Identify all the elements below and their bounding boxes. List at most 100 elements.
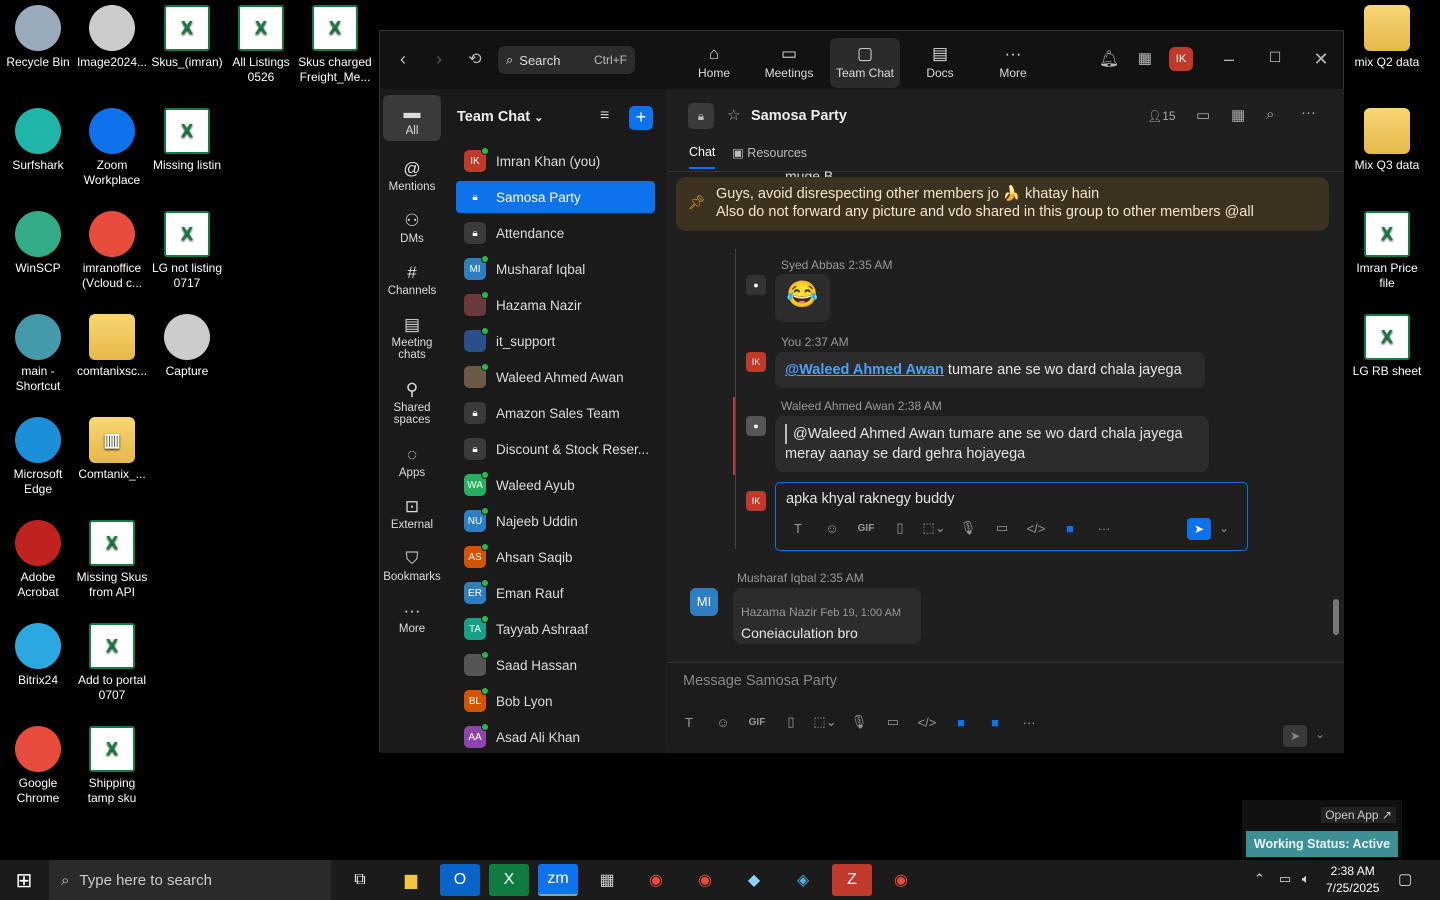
close-icon[interactable]: ✕	[1310, 49, 1332, 70]
open-app-link[interactable]: Open App ↗	[1321, 807, 1396, 823]
chat-list-item[interactable]: ER Eman Rauf	[456, 577, 655, 609]
nav-home[interactable]: ⌂ Home	[679, 38, 749, 88]
task-view-icon[interactable]: ⧉	[340, 864, 380, 896]
desktop-icon[interactable]: ▥ Comtanix_...	[74, 417, 150, 482]
forward-arrow-icon[interactable]: ›	[428, 49, 450, 70]
desktop-icon[interactable]: X LG not listing 0717	[149, 211, 225, 291]
code-icon[interactable]: </>	[910, 715, 944, 730]
mention-link[interactable]: @Waleed Ahmed Awan	[785, 362, 944, 378]
desktop-icon[interactable]: imranoffice (Vcloud c...	[74, 211, 150, 291]
calculator-icon[interactable]: ▦	[587, 864, 627, 896]
desktop-icon[interactable]: Bitrix24	[0, 623, 76, 688]
working-status[interactable]: Working Status: Active	[1246, 831, 1398, 857]
nav-docs[interactable]: ▤ Docs	[905, 38, 975, 88]
desktop-icon[interactable]: Surfshark	[0, 108, 76, 173]
desktop-icon[interactable]: Capture	[149, 314, 225, 379]
desktop-icon[interactable]: Mix Q3 data	[1349, 108, 1425, 173]
screenshot-icon[interactable]: ⬚⌄	[808, 714, 842, 730]
chrome-icon[interactable]: ◉	[685, 864, 725, 896]
reply-input[interactable]: apka khyal raknegy buddy T ☺ GIF ▯ ⬚⌄ 🎙︎ ▭ </> ■…	[775, 482, 1248, 551]
chat-list-item[interactable]: AS Ahsan Saqib	[456, 541, 655, 573]
desktop-icon[interactable]: X Skus charged Freight_Me...	[297, 5, 373, 85]
desktop-icon[interactable]: X Imran Price file	[1349, 211, 1425, 291]
maximize-icon[interactable]: ☐	[1264, 49, 1286, 66]
desktop-icon[interactable]: X All Listings 0526	[223, 5, 299, 85]
message-bubble[interactable]: Hazama Nazir Feb 19, 1:00 AM Coneiaculat…	[733, 588, 921, 644]
desktop-icon[interactable]: Microsoft Edge	[0, 417, 76, 497]
rail-item-shared-spaces[interactable]: ⚲ Shared spaces	[383, 372, 441, 430]
send-button[interactable]: ➤	[1283, 725, 1307, 747]
emoji-icon[interactable]: ☺	[815, 521, 849, 536]
desktop-icon[interactable]: WinSCP	[0, 211, 76, 276]
chevron-down-icon[interactable]: ⌄	[1315, 727, 1325, 741]
network-icon[interactable]: ▭	[1279, 871, 1291, 887]
rail-item-dms[interactable]: ⚇ DMs	[383, 203, 441, 249]
chat-list-item[interactable]: Waleed Ahmed Awan	[456, 361, 655, 393]
message-input[interactable]: Message Samosa Party	[683, 673, 837, 689]
desktop-icon[interactable]: X Missing listin	[149, 108, 225, 173]
file-icon[interactable]: ▯	[774, 714, 808, 730]
text-format-icon[interactable]: T	[781, 521, 815, 536]
taskbar-search[interactable]: ⌕ Type here to search	[49, 860, 331, 900]
rail-item-mentions[interactable]: @ Mentions	[383, 151, 441, 197]
rail-item-all[interactable]: ▬ All	[383, 95, 441, 141]
gif-icon[interactable]: GIF	[849, 523, 883, 534]
new-chat-button[interactable]: +	[629, 106, 653, 130]
app-icon[interactable]: ■	[944, 715, 978, 730]
scrollbar-thumb[interactable]	[1333, 599, 1339, 635]
screenshot-icon[interactable]: ⬚⌄	[917, 520, 951, 536]
scrollbar-track[interactable]	[1333, 199, 1339, 635]
chat-list-item[interactable]: BL Bob Lyon	[456, 685, 655, 717]
chat-list-item[interactable]: AA Asad Ali Khan	[456, 721, 655, 753]
rail-item-apps[interactable]: ◌ Apps	[383, 437, 441, 483]
desktop-icon[interactable]: Adobe Acrobat	[0, 520, 76, 600]
more-dots-icon[interactable]: ···	[1301, 104, 1316, 121]
tab-resources[interactable]: ▣ Resources	[732, 145, 807, 160]
desktop-icon[interactable]: X Shipping tamp sku	[74, 726, 150, 806]
file-icon[interactable]: ▯	[883, 520, 917, 536]
tab-chat[interactable]: Chat	[689, 145, 715, 159]
nav-more[interactable]: ··· More	[978, 38, 1048, 88]
more-dots-icon[interactable]: ···	[1087, 521, 1121, 536]
emoji-icon[interactable]: ☺	[706, 715, 740, 730]
zoom-taskbar-icon[interactable]: zm	[538, 864, 578, 896]
shortcut-icon[interactable]: ◈	[783, 864, 823, 896]
chat-list-item[interactable]: 🔒︎ Discount & Stock Reser...	[456, 433, 655, 465]
chat-list-item[interactable]: MI Musharaf Iqbal	[456, 253, 655, 285]
desktop-icon[interactable]: X Add to portal 0707	[74, 623, 150, 703]
desktop-icon[interactable]: Image2024...	[74, 5, 150, 70]
microphone-icon[interactable]: 🎙︎	[842, 714, 876, 730]
chat-list-item[interactable]: Hazama Nazir	[456, 289, 655, 321]
app-icon[interactable]: ■	[978, 715, 1012, 730]
gif-icon[interactable]: GIF	[740, 717, 774, 728]
chat-list-item[interactable]: 🔒︎ Samosa Party	[456, 181, 655, 213]
chat-list-item[interactable]: it_support	[456, 325, 655, 357]
rail-item-external[interactable]: ⊡ External	[383, 489, 441, 535]
chat-list-item[interactable]: 🔒︎ Attendance	[456, 217, 655, 249]
chat-list-item[interactable]: TA Tayyab Ashraaf	[456, 613, 655, 645]
filezilla-icon[interactable]: Z	[832, 864, 872, 896]
code-icon[interactable]: </>	[1019, 521, 1053, 536]
video-clip-icon[interactable]: ▭	[985, 520, 1019, 536]
more-dots-icon[interactable]: ···	[1012, 715, 1046, 730]
desktop-icon[interactable]: Google Chrome	[0, 726, 76, 806]
chat-list-item[interactable]: NU Najeeb Uddin	[456, 505, 655, 537]
desktop-icon[interactable]: comtanixsc...	[74, 314, 150, 379]
calendar-icon[interactable]: ▦	[1134, 49, 1156, 67]
history-icon[interactable]: ⟲	[464, 49, 486, 69]
members-count[interactable]: 👤︎15	[1147, 109, 1176, 123]
search-icon[interactable]: ⌕	[1266, 106, 1274, 123]
chrome-icon[interactable]: ◉	[636, 864, 676, 896]
profile-avatar[interactable]: IK	[1169, 47, 1193, 71]
message-bubble[interactable]: @Waleed Ahmed Awan tumare ane se wo dard…	[775, 352, 1205, 388]
send-button[interactable]: ➤	[1187, 518, 1211, 540]
volume-icon[interactable]: 🔈︎	[1302, 871, 1310, 887]
nav-meetings[interactable]: ▭ Meetings	[754, 38, 824, 88]
rail-item-bookmarks[interactable]: ⛉ Bookmarks	[383, 541, 441, 587]
desktop-icon[interactable]: Recycle Bin	[0, 5, 76, 70]
chat-list-item[interactable]: WA Waleed Ayub	[456, 469, 655, 501]
desktop-icon[interactable]: X Missing Skus from API	[74, 520, 150, 600]
back-arrow-icon[interactable]: ‹	[392, 49, 414, 70]
bell-icon[interactable]: 🔔︎	[1098, 49, 1120, 69]
chevron-up-icon[interactable]: ⌃	[1254, 871, 1265, 887]
